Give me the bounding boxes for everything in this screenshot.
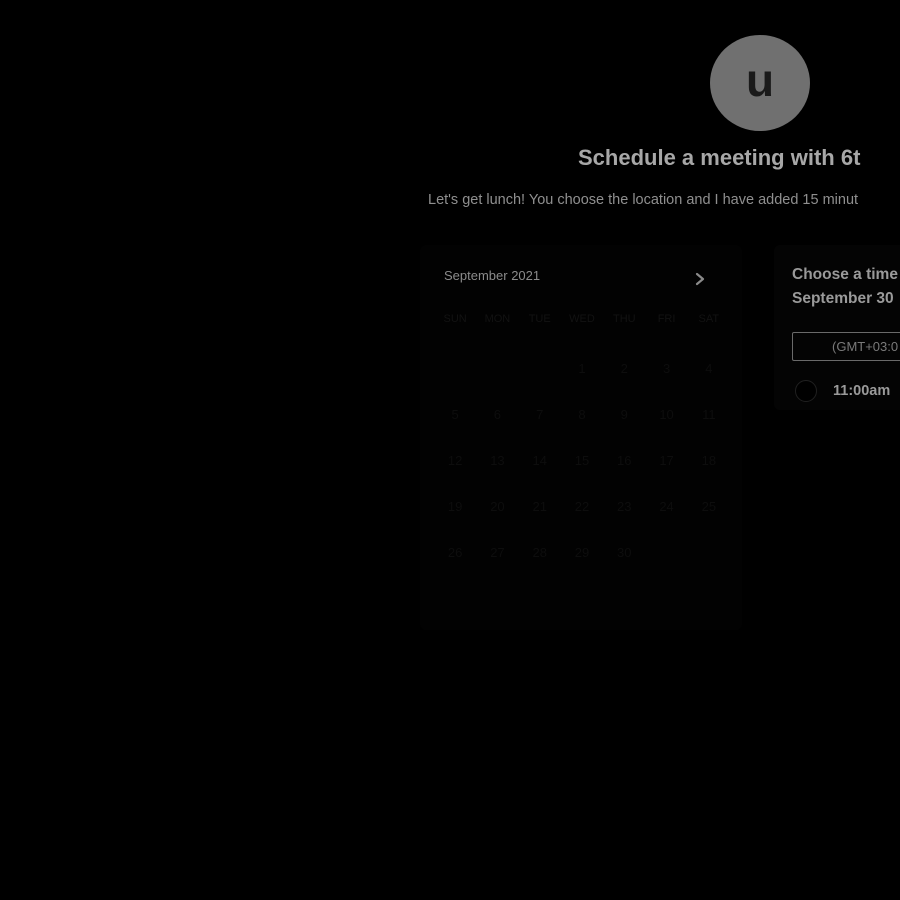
- calendar-day[interactable]: 5: [434, 391, 476, 437]
- calendar-day[interactable]: 7: [519, 391, 561, 437]
- weekday-label: TUE: [528, 313, 551, 325]
- selected-date-label: September 30: [792, 290, 894, 307]
- calendar-day[interactable]: 25: [688, 483, 730, 529]
- page-title: Schedule a meeting with 6t: [578, 145, 861, 170]
- avatar: u: [710, 35, 810, 131]
- calendar-day-empty: [688, 529, 730, 575]
- calendar-day[interactable]: 21: [519, 483, 561, 529]
- calendar-day[interactable]: 3: [645, 345, 687, 391]
- scheduling-page: u Schedule a meeting with 6t Let's get l…: [0, 0, 900, 900]
- weekday-label: FRI: [657, 313, 676, 325]
- time-slot-radio[interactable]: [795, 380, 817, 402]
- calendar-day[interactable]: 10: [645, 391, 687, 437]
- calendar-day[interactable]: 2: [603, 345, 645, 391]
- calendar-days-grid: 1 2 3 4 5 6 7 8 9 10 11 12 13 14 15 16 17 18 19 20 21 22 23 24 2…: [434, 345, 730, 575]
- calendar-day[interactable]: 28: [519, 529, 561, 575]
- calendar-day[interactable]: 17: [645, 437, 687, 483]
- calendar-day[interactable]: 1: [561, 345, 603, 391]
- calendar-day[interactable]: 14: [519, 437, 561, 483]
- calendar-day[interactable]: 29: [561, 529, 603, 575]
- calendar-day[interactable]: 8: [561, 391, 603, 437]
- calendar-day[interactable]: 13: [476, 437, 518, 483]
- calendar-month-label: September 2021: [444, 268, 541, 283]
- calendar-day[interactable]: 15: [561, 437, 603, 483]
- calendar-day[interactable]: 22: [561, 483, 603, 529]
- calendar-day-empty: [645, 529, 687, 575]
- calendar-day[interactable]: 30: [603, 529, 645, 575]
- calendar-day[interactable]: 23: [603, 483, 645, 529]
- time-panel-heading-line1: Choose a time: [792, 266, 898, 283]
- timezone-select[interactable]: (GMT+03:0: [792, 332, 900, 361]
- time-selection-panel: Choose a time September 30 (GMT+03:0 11:…: [774, 245, 900, 410]
- calendar-day-empty: [434, 345, 476, 391]
- time-slot-label: 11:00am: [833, 383, 891, 399]
- calendar-day[interactable]: 9: [603, 391, 645, 437]
- weekday-label: THU: [612, 313, 636, 325]
- calendar-day[interactable]: 27: [476, 529, 518, 575]
- weekday-label: MON: [484, 313, 511, 325]
- chevron-right-icon: [695, 272, 705, 286]
- calendar-day[interactable]: 11: [688, 391, 730, 437]
- calendar-day[interactable]: 12: [434, 437, 476, 483]
- calendar-panel: September 2021 SUN MON TUE WED THU FRI SAT 123…: [420, 245, 742, 630]
- calendar-day-empty: [476, 345, 518, 391]
- calendar-day[interactable]: 26: [434, 529, 476, 575]
- weekday-label: WED: [569, 313, 595, 325]
- next-month-button[interactable]: [690, 269, 710, 289]
- calendar-day[interactable]: 6: [476, 391, 518, 437]
- calendar-day[interactable]: 4: [688, 345, 730, 391]
- calendar-day[interactable]: 19: [434, 483, 476, 529]
- weekday-label: SUN: [443, 313, 467, 325]
- time-slot-option[interactable]: 11:00am: [795, 380, 890, 402]
- weekday-header: SUN MON TUE WED THU FRI SAT: [434, 313, 730, 325]
- calendar-day[interactable]: 16: [603, 437, 645, 483]
- calendar-day[interactable]: 20: [476, 483, 518, 529]
- avatar-initial: u: [745, 54, 775, 106]
- calendar-day-empty: [519, 345, 561, 391]
- weekday-label: SAT: [698, 313, 720, 325]
- time-panel-heading: Choose a time September 30: [792, 263, 898, 311]
- calendar-day[interactable]: 18: [688, 437, 730, 483]
- page-description: Let's get lunch! You choose the location…: [428, 192, 859, 208]
- calendar-day[interactable]: 24: [645, 483, 687, 529]
